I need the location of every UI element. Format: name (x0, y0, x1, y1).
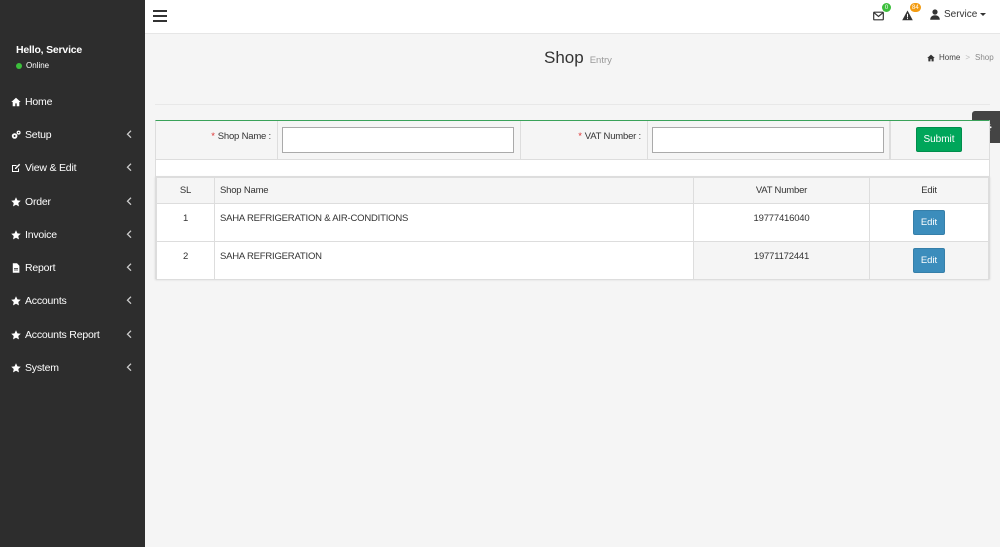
shop-entry-form: * Shop Name : * VAT Number : Submit (155, 120, 990, 160)
form-label-cell: * Shop Name : (156, 121, 278, 159)
file-icon (10, 262, 22, 274)
home-icon (927, 54, 935, 61)
chevron-left-icon (126, 263, 132, 272)
cell-shop-name: SAHA REFRIGERATION & AIR-CONDITIONS (214, 203, 694, 242)
sidebar-item-label: Order (25, 195, 51, 208)
edit-button[interactable]: Edit (913, 248, 945, 273)
chevron-left-icon (126, 363, 132, 372)
sidebar-item-view-edit[interactable]: View & Edit (0, 152, 145, 185)
cell-shop-name: SAHA REFRIGERATION (214, 241, 694, 280)
hamburger-menu-icon[interactable] (153, 10, 167, 22)
column-header-shop-name: Shop Name (214, 177, 694, 204)
shop-name-input[interactable] (282, 127, 514, 153)
shop-name-label: * Shop Name : (211, 131, 271, 142)
user-panel: Hello, Service Online (16, 44, 82, 70)
cell-sl: 2 (156, 241, 215, 280)
table-header-row: SL Shop Name VAT Number Edit (156, 177, 989, 204)
chevron-left-icon (126, 163, 132, 172)
form-divider (889, 121, 891, 159)
sidebar-item-system[interactable]: System (0, 351, 145, 384)
form-label-cell: * VAT Number : (520, 121, 648, 159)
online-dot-icon (16, 62, 22, 69)
sidebar-item-report[interactable]: Report (0, 251, 145, 284)
star-icon (10, 196, 22, 208)
page-subtitle: Entry (589, 55, 612, 66)
sidebar-item-accounts[interactable]: Accounts (0, 285, 145, 318)
top-navbar: 0 84 Service (145, 0, 1000, 34)
column-header-sl: SL (156, 177, 215, 204)
sidebar-item-setup[interactable]: Setup (0, 118, 145, 151)
sidebar-item-label: System (25, 362, 59, 375)
column-header-edit: Edit (869, 177, 989, 204)
table-row: 1 SAHA REFRIGERATION & AIR-CONDITIONS 19… (156, 203, 989, 242)
cell-vat-number: 19777416040 (693, 203, 870, 242)
sidebar-item-label: Accounts Report (25, 328, 100, 341)
breadcrumb-separator: > (965, 53, 971, 62)
shop-table-container: SL Shop Name VAT Number Edit 1 SAHA REFR… (155, 176, 990, 280)
sidebar-item-invoice[interactable]: Invoice (0, 218, 145, 251)
sidebar-menu: Home Setup View & Edit Order Invoice Rep… (0, 85, 145, 385)
sidebar-item-label: Report (25, 262, 56, 275)
star-icon (10, 329, 22, 341)
divider (155, 104, 990, 105)
user-greeting: Hello, Service (16, 44, 83, 56)
alert-count-badge: 84 (910, 3, 921, 12)
cogs-icon (10, 129, 22, 141)
chevron-left-icon (126, 130, 132, 139)
sidebar: Hello, Service Online Home Setup View & … (0, 0, 145, 547)
table-row: 2 SAHA REFRIGERATION 19771172441 Edit (156, 241, 989, 280)
sidebar-item-label: Invoice (25, 228, 57, 241)
user-icon (930, 9, 940, 20)
submit-button[interactable]: Submit (916, 127, 962, 152)
breadcrumb-home-link[interactable]: Home (939, 53, 960, 62)
caret-down-icon (980, 13, 987, 16)
home-icon (10, 96, 22, 108)
chevron-left-icon (126, 329, 132, 338)
cell-edit: Edit (869, 241, 989, 280)
user-status: Online (16, 61, 82, 70)
mail-count-badge: 0 (882, 3, 891, 12)
breadcrumb-current: Shop (975, 53, 994, 62)
envelope-icon[interactable] (873, 11, 885, 22)
sidebar-item-label: Home (25, 95, 53, 108)
cell-edit: Edit (869, 203, 989, 242)
star-icon (10, 295, 22, 307)
page-title: Shop (544, 48, 584, 67)
chevron-left-icon (126, 296, 132, 305)
shop-table: SL Shop Name VAT Number Edit 1 SAHA REFR… (156, 177, 989, 280)
sidebar-item-accounts-report[interactable]: Accounts Report (0, 318, 145, 351)
cell-sl: 1 (156, 203, 215, 242)
user-menu-label: Service (944, 9, 978, 20)
edit-icon (10, 162, 22, 174)
star-icon (10, 229, 22, 241)
sidebar-item-home[interactable]: Home (0, 85, 145, 118)
user-status-label: Online (26, 61, 50, 70)
breadcrumb: Home > Shop (927, 53, 994, 62)
column-header-vat-number: VAT Number (693, 177, 870, 204)
vat-number-label: * VAT Number : (578, 131, 641, 142)
vat-number-input[interactable] (652, 127, 884, 153)
user-menu-dropdown[interactable]: Service (930, 9, 987, 20)
sidebar-item-order[interactable]: Order (0, 185, 145, 218)
chevron-left-icon (126, 196, 132, 205)
edit-button[interactable]: Edit (913, 210, 945, 235)
star-icon (10, 362, 22, 374)
sidebar-item-label: Setup (25, 128, 52, 141)
sidebar-item-label: Accounts (25, 295, 67, 308)
sidebar-item-label: View & Edit (25, 162, 77, 175)
spacer (155, 160, 990, 176)
page-header: Shop Entry (544, 48, 612, 68)
chevron-left-icon (126, 230, 132, 238)
cell-vat-number: 19771172441 (693, 241, 870, 280)
